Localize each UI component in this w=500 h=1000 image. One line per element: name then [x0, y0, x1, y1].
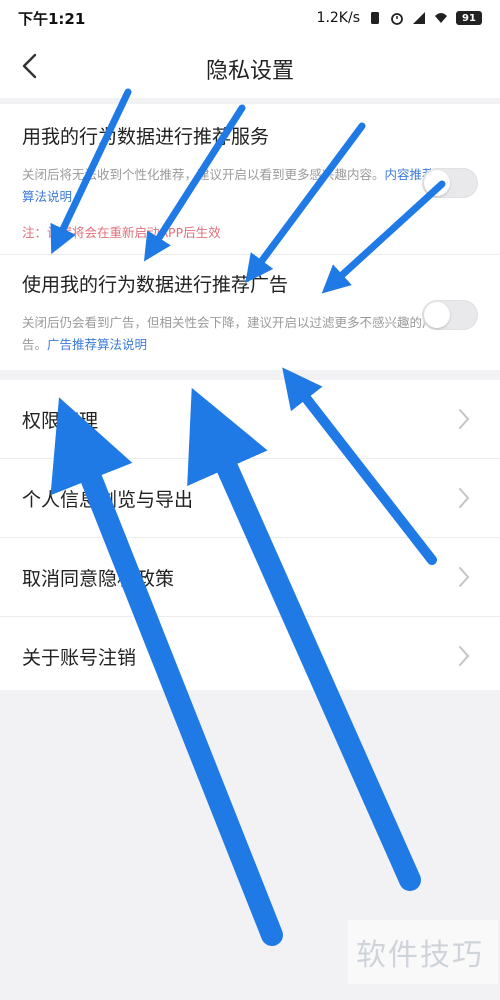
status-icons: 1.2K/s 91 — [317, 10, 482, 26]
chevron-right-icon — [459, 409, 470, 429]
alarm-icon — [391, 13, 403, 25]
signal-icon — [413, 12, 425, 24]
menu-item-personal-info[interactable]: 个人信息浏览与导出 — [0, 459, 500, 537]
ad-recommend-title: 使用我的行为数据进行推荐广告 — [22, 274, 289, 296]
behavior-recommend-title: 用我的行为数据进行推荐服务 — [22, 126, 270, 148]
menu-list: 权限管理 个人信息浏览与导出 取消同意隐私政策 关于账号注销 — [0, 380, 500, 690]
recommendation-settings-card: 用我的行为数据进行推荐服务 关闭后将无法收到个性化推荐，建议开启以看到更多感兴趣… — [0, 104, 500, 370]
chevron-right-icon — [459, 567, 470, 587]
ad-algorithm-link[interactable]: 广告推荐算法说明 — [47, 337, 147, 352]
chevron-right-icon — [459, 488, 470, 508]
restart-note: 注：设置将会在重新启动APP后生效 — [22, 225, 221, 240]
menu-item-revoke-policy[interactable]: 取消同意隐私政策 — [0, 538, 500, 616]
nav-bar: 隐私设置 — [0, 36, 500, 98]
menu-item-account-deletion[interactable]: 关于账号注销 — [0, 617, 500, 695]
page-title: 隐私设置 — [205, 59, 294, 84]
vibrate-icon — [371, 12, 379, 24]
menu-item-permissions[interactable]: 权限管理 — [0, 380, 500, 458]
status-time: 下午1:21 — [18, 9, 86, 28]
toggle-knob — [424, 302, 450, 328]
toggle-knob — [424, 170, 450, 196]
chevron-right-icon — [459, 646, 470, 666]
ad-recommend-desc: 关闭后仍会看到广告，但相关性会下降，建议开启以过滤更多不感兴趣的广告。广告推荐算… — [22, 315, 435, 352]
ad-recommend-toggle[interactable] — [422, 300, 478, 330]
net-speed: 1.2K/s — [316, 10, 360, 26]
watermark: 软件技巧 — [356, 938, 484, 973]
divider — [0, 254, 500, 255]
status-bar: 下午1:21 1.2K/s 91 — [0, 0, 500, 36]
wifi-icon — [435, 13, 447, 23]
battery-icon: 91 — [456, 11, 482, 25]
behavior-recommend-desc: 关闭后将无法收到个性化推荐，建议开启以看到更多感兴趣内容。内容推荐算法说明 — [22, 167, 435, 204]
behavior-recommend-toggle[interactable] — [422, 168, 478, 198]
